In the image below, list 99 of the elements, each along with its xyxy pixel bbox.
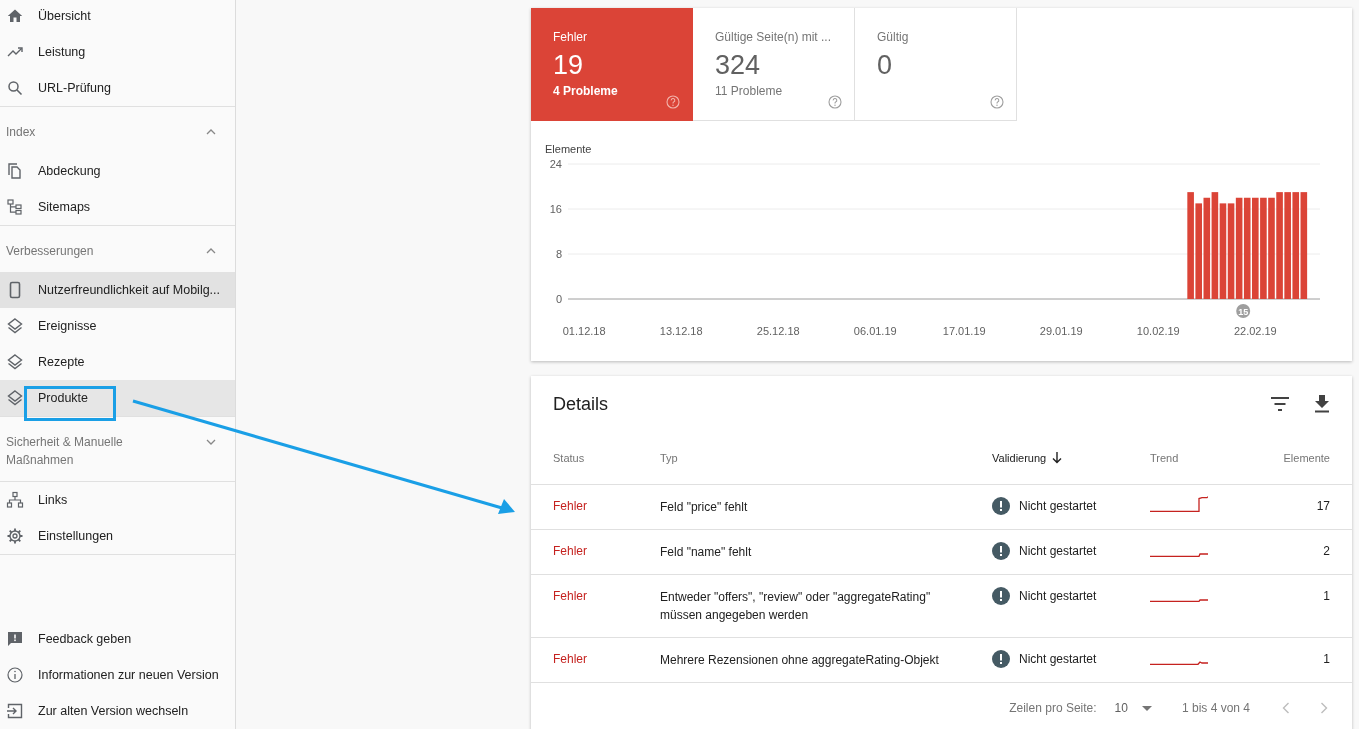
search-icon <box>6 79 24 97</box>
sitemap-icon <box>6 198 24 216</box>
tile-label: Gültig <box>877 30 910 44</box>
issue-type: Entweder "offers", "review" oder "aggregateRating" müssen angegeben werden <box>660 589 932 624</box>
issue-type: Mehrere Rezensionen ohne aggregateRating-Objekt <box>660 652 940 669</box>
status-text: Fehler <box>553 588 588 604</box>
validation-status: Nicht gestartet <box>1019 544 1097 558</box>
exit-icon <box>6 702 24 720</box>
axis-label: 22.02.19 <box>1233 325 1277 337</box>
nav-item[interactable]: Links <box>0 482 235 518</box>
nav-item[interactable]: Nutzerfreundlichkeit auf Mobilg... <box>0 272 235 308</box>
tile-value: 324 <box>715 50 762 81</box>
sort-arrow-icon <box>1052 452 1063 464</box>
column-header[interactable]: Validierung <box>992 452 1150 464</box>
status-text: Fehler <box>553 498 588 514</box>
network-icon <box>6 491 24 509</box>
column-header[interactable]: Elemente <box>1230 452 1330 464</box>
axis-label: 8 <box>555 248 562 260</box>
validation-status: Nicht gestartet <box>1019 499 1097 513</box>
axis-label: 25.12.18 <box>756 325 800 337</box>
axis-label: 01.12.18 <box>562 325 606 337</box>
nav-item[interactable]: Produkte <box>0 380 235 416</box>
nav-item[interactable]: Rezepte <box>0 344 235 380</box>
pages-icon <box>6 162 24 180</box>
layers-icon <box>6 389 24 407</box>
column-header[interactable]: Trend <box>1150 452 1230 464</box>
table-row[interactable]: Fehler Entweder "offers", "review" oder "aggregateRating" müssen angegeben werden Nicht gestartet 1 <box>531 575 1352 638</box>
axis-label: 29.01.19 <box>1039 325 1083 337</box>
tile-value: 19 <box>553 50 585 81</box>
tile-subtitle: 11 Probleme <box>715 84 784 98</box>
section-header[interactable]: Verbesserungen <box>0 226 235 272</box>
issue-type: Feld "name" fehlt <box>660 544 753 561</box>
info-icon <box>6 666 24 684</box>
trend-sparkline <box>1150 661 1208 665</box>
nav-item[interactable]: Feedback geben <box>0 621 235 657</box>
caret-icon <box>1141 705 1152 711</box>
table-row[interactable]: Fehler Mehrere Rezensionen ohne aggregateRating-Objekt Nicht gestartet 1 <box>531 638 1352 683</box>
help-icon[interactable] <box>828 95 842 109</box>
nav-item[interactable]: Sitemaps <box>0 189 235 225</box>
section-header[interactable]: Index <box>0 107 235 153</box>
nav-item[interactable]: Übersicht <box>0 0 235 34</box>
help-icon[interactable] <box>990 95 1004 109</box>
download-icon[interactable] <box>1314 395 1330 413</box>
element-count: 1 <box>1322 588 1330 604</box>
nav-item[interactable]: Abdeckung <box>0 153 235 189</box>
help-icon[interactable] <box>666 95 680 109</box>
exclamation-icon <box>992 542 1010 560</box>
previous-page-icon[interactable] <box>1282 702 1290 714</box>
trend-sparkline <box>1150 553 1208 557</box>
axis-label: 17.01.19 <box>942 325 986 337</box>
validation-status: Nicht gestartet <box>1019 652 1097 666</box>
nav-item[interactable]: Einstellungen <box>0 518 235 554</box>
nav-item[interactable]: Leistung <box>0 34 235 70</box>
validation-status: Nicht gestartet <box>1019 589 1097 603</box>
exclamation-icon <box>992 587 1010 605</box>
summary-tile[interactable]: Gültige Seite(n) mit ... 324 11 Probleme <box>693 8 855 121</box>
nav-item[interactable]: Informationen zur neuen Version <box>0 657 235 693</box>
tile-value: 0 <box>877 50 894 81</box>
filter-icon[interactable] <box>1271 397 1289 411</box>
layers-icon <box>6 317 24 335</box>
column-header[interactable]: Status <box>553 452 660 464</box>
tile-label: Gültige Seite(n) mit ... <box>715 30 832 44</box>
next-page-icon[interactable] <box>1320 702 1328 714</box>
status-text: Fehler <box>553 651 588 667</box>
axis-title: Elemente <box>545 143 592 155</box>
home-icon <box>6 7 24 25</box>
table-row[interactable]: Fehler Feld "price" fehlt Nicht gestartet 17 <box>531 485 1352 530</box>
status-text: Fehler <box>553 543 588 559</box>
axis-label: 13.12.18 <box>659 325 703 337</box>
gear-icon <box>6 527 24 545</box>
rows-per-page-select[interactable]: 10 <box>1114 701 1152 715</box>
axis-label: 24 <box>549 158 562 170</box>
element-count: 1 <box>1322 651 1330 667</box>
nav-item[interactable]: Zur alten Version wechseln <box>0 693 235 729</box>
nav-item[interactable]: Ereignisse <box>0 308 235 344</box>
column-header[interactable]: Typ <box>660 452 992 464</box>
nav-item[interactable]: URL-Prüfung <box>0 70 235 106</box>
summary-tile[interactable]: Fehler 19 4 Probleme <box>531 8 693 121</box>
layers-icon <box>6 353 24 371</box>
page-range: 1 bis 4 von 4 <box>1181 701 1250 715</box>
axis-label: 10.02.19 <box>1136 325 1180 337</box>
axis-label: 16 <box>549 203 562 215</box>
feedback-icon <box>6 630 24 648</box>
trend-sparkline <box>1150 496 1208 512</box>
rows-per-page-label: Zeilen pro Seite: <box>1009 701 1097 715</box>
element-count: 17 <box>1315 498 1330 514</box>
exclamation-icon <box>992 497 1010 515</box>
tile-subtitle: 4 Probleme <box>553 84 619 98</box>
axis-label: 0 <box>555 293 562 305</box>
section-header[interactable]: Sicherheit & Manuelle Maßnahmen <box>0 417 235 481</box>
card-title: Details <box>553 393 609 415</box>
exclamation-icon <box>992 650 1010 668</box>
issue-type: Feld "price" fehlt <box>660 499 749 516</box>
trend-sparkline <box>1150 598 1208 602</box>
axis-label: 06.01.19 <box>853 325 897 337</box>
summary-tile[interactable]: Gültig 0 <box>855 8 1017 121</box>
tile-label: Fehler <box>553 30 588 44</box>
table-row[interactable]: Fehler Feld "name" fehlt Nicht gestartet 2 <box>531 530 1352 575</box>
element-count: 2 <box>1322 543 1330 559</box>
